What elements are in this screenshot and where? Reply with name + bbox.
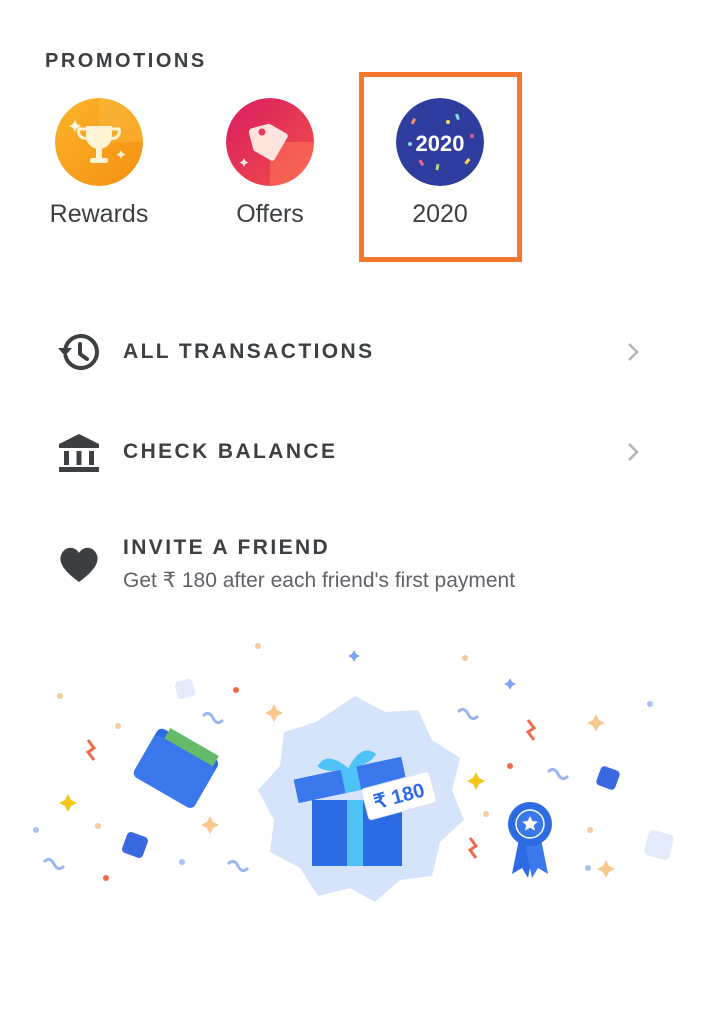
- promotions-title: PROMOTIONS: [45, 50, 207, 72]
- gift-badge: ₹ 180: [258, 696, 464, 902]
- history-icon: [58, 334, 99, 370]
- bank-icon: [59, 434, 99, 472]
- all-transactions-row[interactable]: ALL TRANSACTIONS: [55, 326, 655, 376]
- all-transactions-label: ALL TRANSACTIONS: [123, 340, 375, 363]
- chevron-right-icon: [628, 443, 639, 461]
- invite-illustration: ₹ 180: [33, 643, 674, 902]
- heart-icon: [60, 547, 98, 582]
- chevron-right-icon: [628, 343, 639, 361]
- invite-friend-row[interactable]: INVITE A FRIEND Get ₹ 180 after each fri…: [55, 532, 655, 596]
- promo-rewards[interactable]: Rewards: [24, 98, 174, 229]
- check-balance-label: CHECK BALANCE: [123, 440, 338, 463]
- promo-offers[interactable]: Offers: [195, 98, 345, 229]
- invite-friend-label: INVITE A FRIEND: [123, 536, 331, 559]
- wallet-icon: [133, 728, 219, 808]
- trophy-icon: [55, 98, 143, 186]
- highlight-box: [359, 72, 522, 262]
- invite-friend-subtitle: Get ₹ 180 after each friend's first paym…: [123, 569, 516, 592]
- promo-rewards-label: Rewards: [49, 200, 149, 228]
- promo-offers-label: Offers: [236, 200, 304, 228]
- award-ribbon-icon: [508, 802, 552, 878]
- tag-icon: [226, 98, 314, 186]
- check-balance-row[interactable]: CHECK BALANCE: [55, 426, 655, 476]
